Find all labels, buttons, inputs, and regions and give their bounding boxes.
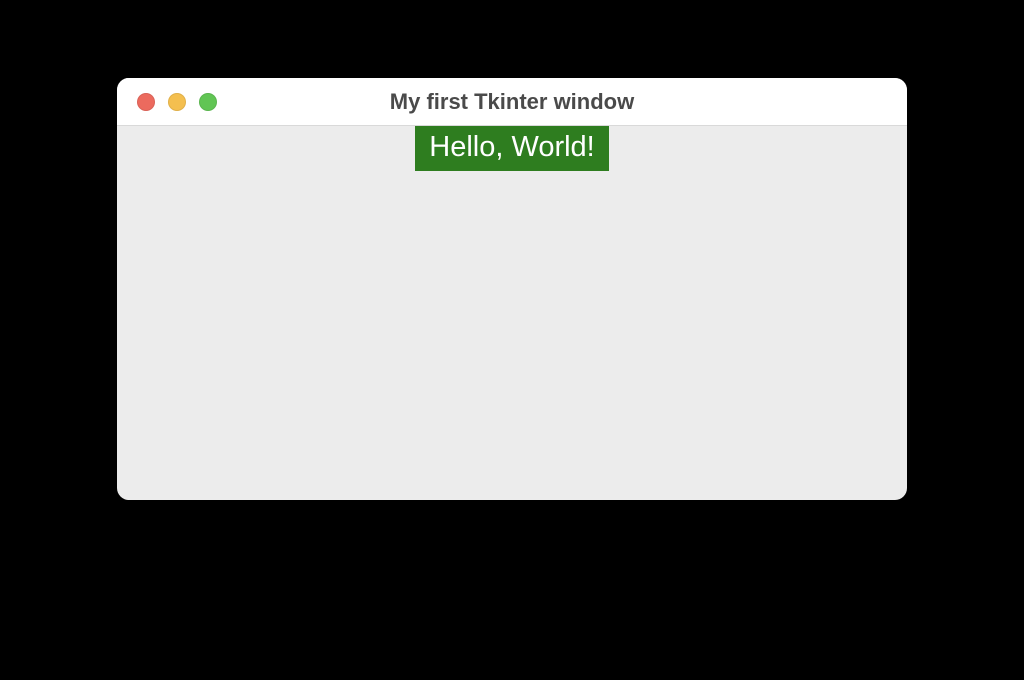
window-content: Hello, World! — [117, 126, 907, 500]
titlebar: My first Tkinter window — [117, 78, 907, 126]
traffic-lights — [117, 93, 217, 111]
hello-label: Hello, World! — [415, 126, 608, 171]
app-window: My first Tkinter window Hello, World! — [117, 78, 907, 500]
minimize-icon[interactable] — [168, 93, 186, 111]
window-title: My first Tkinter window — [117, 89, 907, 115]
zoom-icon[interactable] — [199, 93, 217, 111]
close-icon[interactable] — [137, 93, 155, 111]
